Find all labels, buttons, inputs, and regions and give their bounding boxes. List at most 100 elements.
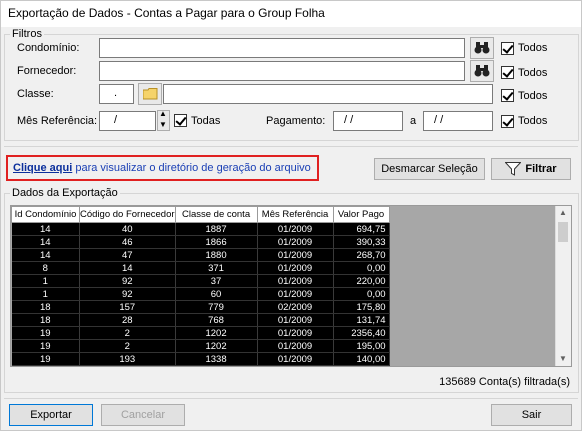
table-cell: 14 bbox=[79, 261, 176, 275]
sair-label: Sair bbox=[521, 409, 542, 421]
table-row[interactable]: 1 92 37 01/2009 220,00 bbox=[11, 274, 390, 288]
table-cell: 2 bbox=[79, 326, 176, 340]
condominio-search-button[interactable] bbox=[470, 37, 494, 59]
column-header[interactable]: Classe de conta bbox=[174, 206, 258, 223]
table-cell: 195,00 bbox=[333, 339, 390, 353]
table-cell: 01/2009 bbox=[257, 248, 334, 262]
vertical-scrollbar[interactable]: ▲ ▼ bbox=[555, 206, 571, 366]
directory-link-action[interactable]: Clique aqui bbox=[13, 162, 72, 174]
table-cell: 14 bbox=[11, 235, 80, 249]
footer-separator bbox=[4, 398, 578, 399]
condominio-input[interactable] bbox=[99, 38, 465, 58]
pagamento-todos-checkbox[interactable] bbox=[501, 115, 514, 128]
scroll-down-icon[interactable]: ▼ bbox=[559, 354, 567, 363]
column-header[interactable]: Valor Pago bbox=[332, 206, 390, 223]
fornecedor-label: Fornecedor: bbox=[17, 65, 77, 77]
fornecedor-todos-label: Todos bbox=[518, 67, 548, 79]
spin-down-icon: ▼ bbox=[159, 120, 167, 129]
table-row[interactable]: 18 157 779 02/2009 175,80 bbox=[11, 300, 390, 314]
fornecedor-search-button[interactable] bbox=[470, 60, 494, 82]
pagamento-to-input[interactable]: / / bbox=[423, 111, 493, 131]
mes-referencia-input[interactable]: / bbox=[99, 111, 156, 131]
table-cell: 1 bbox=[11, 274, 80, 288]
export-grid[interactable]: Id Condomínio Código do Fornecedor Classe … bbox=[10, 205, 572, 367]
condominio-todos-checkbox[interactable] bbox=[501, 42, 514, 55]
table-cell: 1887 bbox=[175, 222, 258, 236]
table-row[interactable]: 14 40 1887 01/2009 694,75 bbox=[11, 222, 390, 236]
column-header[interactable]: Id Condomínio bbox=[11, 206, 80, 223]
table-row[interactable]: 8 14 371 01/2009 0,00 bbox=[11, 261, 390, 275]
table-cell: 19 bbox=[11, 339, 80, 353]
column-header[interactable]: Mês Referência bbox=[256, 206, 334, 223]
table-cell: 1880 bbox=[175, 248, 258, 262]
fornecedor-input[interactable] bbox=[99, 61, 465, 81]
filtered-count: 135689 Conta(s) filtrada(s) bbox=[439, 376, 570, 388]
condominio-todos-label: Todos bbox=[518, 42, 548, 54]
mes-todas-label: Todas bbox=[191, 115, 221, 127]
table-cell: 0,00 bbox=[333, 261, 390, 275]
export-window: Exportação de Dados - Contas a Pagar par… bbox=[0, 0, 582, 431]
table-cell: 01/2009 bbox=[257, 287, 334, 301]
mes-todas-checkbox[interactable] bbox=[174, 114, 187, 127]
table-cell: 1 bbox=[11, 287, 80, 301]
scroll-thumb[interactable] bbox=[558, 222, 568, 242]
table-cell: 2 bbox=[79, 339, 176, 353]
scroll-up-icon[interactable]: ▲ bbox=[559, 208, 567, 217]
classe-todos-checkbox[interactable] bbox=[501, 89, 514, 102]
filtrar-button[interactable]: Filtrar bbox=[491, 158, 571, 180]
exportar-button[interactable]: Exportar bbox=[9, 404, 93, 426]
table-row[interactable]: 19 2 1202 01/2009 195,00 bbox=[11, 339, 390, 353]
table-row[interactable]: 1 92 60 01/2009 0,00 bbox=[11, 287, 390, 301]
table-cell: 01/2009 bbox=[257, 313, 334, 327]
table-cell: 92 bbox=[79, 287, 176, 301]
condominio-label: Condomínio: bbox=[17, 42, 80, 54]
classe-folder-button[interactable] bbox=[138, 83, 162, 105]
table-cell: 694,75 bbox=[333, 222, 390, 236]
table-cell: 193 bbox=[79, 352, 176, 366]
table-row[interactable]: 14 46 1866 01/2009 390,33 bbox=[11, 235, 390, 249]
directory-link-text: para visualizar o diretório de geração d… bbox=[72, 162, 311, 174]
table-cell: 01/2009 bbox=[257, 326, 334, 340]
cancelar-label: Cancelar bbox=[120, 409, 166, 421]
desmarcar-selecao-label: Desmarcar Seleção bbox=[381, 163, 478, 175]
desmarcar-selecao-button[interactable]: Desmarcar Seleção bbox=[374, 158, 485, 180]
filters-group-label: Filtros bbox=[10, 28, 44, 40]
mes-spin-button[interactable]: ▲ ▼ bbox=[157, 109, 170, 131]
binoculars-icon bbox=[474, 65, 490, 77]
table-cell: 2356,40 bbox=[333, 326, 390, 340]
pagamento-from-input[interactable]: / / bbox=[333, 111, 403, 131]
column-header[interactable]: Código do Fornecedor bbox=[79, 206, 176, 223]
cancelar-button[interactable]: Cancelar bbox=[101, 404, 185, 426]
table-cell: 18 bbox=[11, 313, 80, 327]
table-cell: 40 bbox=[79, 222, 176, 236]
export-data-group-label: Dados da Exportação bbox=[10, 187, 120, 199]
mes-referencia-label: Mês Referência: bbox=[17, 115, 98, 127]
table-cell: 01/2009 bbox=[257, 235, 334, 249]
table-cell: 768 bbox=[175, 313, 258, 327]
filtrar-label: Filtrar bbox=[525, 163, 557, 175]
table-row[interactable]: 19 2 1202 01/2009 2356,40 bbox=[11, 326, 390, 340]
folder-icon bbox=[142, 88, 157, 100]
table-row[interactable]: 18 28 768 01/2009 131,74 bbox=[11, 313, 390, 327]
window-title: Exportação de Dados - Contas a Pagar par… bbox=[8, 6, 325, 20]
classe-description-input[interactable] bbox=[163, 84, 493, 104]
sair-button[interactable]: Sair bbox=[491, 404, 572, 426]
table-row[interactable]: 14 47 1880 01/2009 268,70 bbox=[11, 248, 390, 262]
directory-link[interactable]: Clique aqui para visualizar o diretório … bbox=[13, 162, 311, 174]
table-cell: 371 bbox=[175, 261, 258, 275]
table-cell: 779 bbox=[175, 300, 258, 314]
table-cell: 01/2009 bbox=[257, 261, 334, 275]
table-row[interactable]: 19 193 1338 01/2009 140,00 bbox=[11, 352, 390, 366]
table-cell: 220,00 bbox=[333, 274, 390, 288]
table-cell: 1338 bbox=[175, 352, 258, 366]
export-table: Id Condomínio Código do Fornecedor Classe … bbox=[11, 206, 390, 366]
table-cell: 268,70 bbox=[333, 248, 390, 262]
table-cell: 01/2009 bbox=[257, 339, 334, 353]
classe-code-input[interactable]: . bbox=[99, 84, 134, 104]
classe-code-value: . bbox=[114, 87, 118, 99]
table-cell: 19 bbox=[11, 352, 80, 366]
table-cell: 1202 bbox=[175, 339, 258, 353]
fornecedor-todos-checkbox[interactable] bbox=[501, 66, 514, 79]
table-cell: 19 bbox=[11, 326, 80, 340]
table-cell: 175,80 bbox=[333, 300, 390, 314]
